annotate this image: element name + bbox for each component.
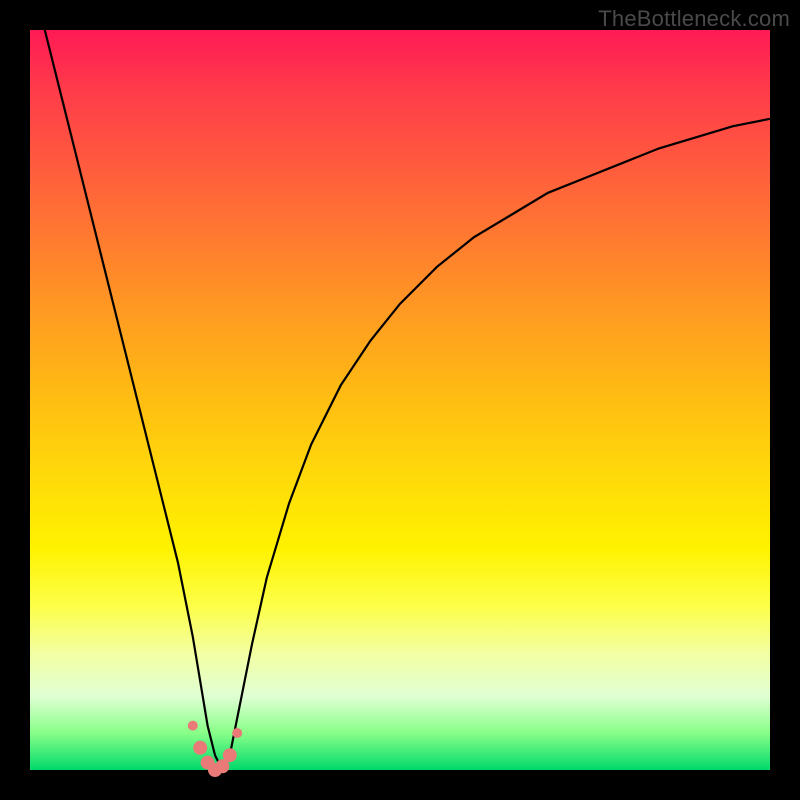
- curve-layer: [30, 30, 770, 770]
- chart-frame: TheBottleneck.com: [0, 0, 800, 800]
- curve-marker: [223, 748, 237, 762]
- attribution-watermark: TheBottleneck.com: [598, 6, 790, 32]
- curve-marker: [193, 741, 207, 755]
- curve-marker: [188, 721, 198, 731]
- curve-marker: [232, 728, 242, 738]
- plot-area: [30, 30, 770, 770]
- bottleneck-curve: [45, 30, 770, 770]
